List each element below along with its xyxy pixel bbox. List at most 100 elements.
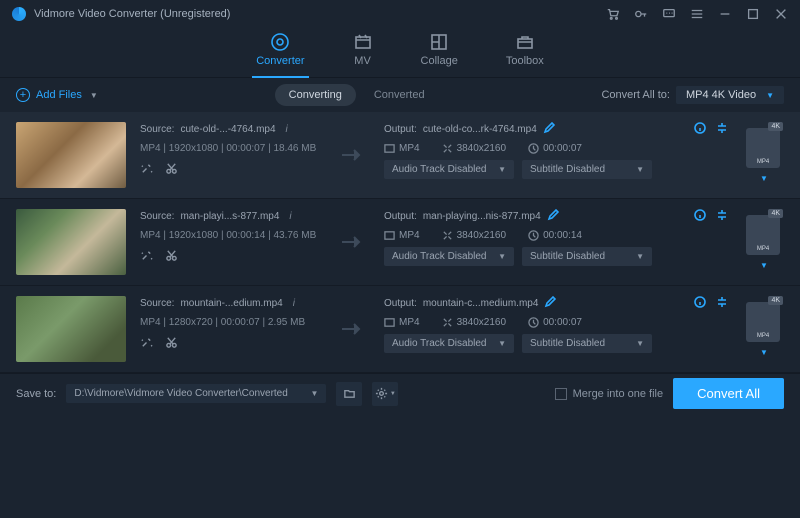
audio-track-dropdown[interactable]: Audio Track Disabled▼ [384,334,514,353]
minimize-button[interactable] [718,7,732,21]
output-format-selector[interactable]: MP4 4K Video ▼ [676,86,784,104]
spec-format: MP4 [384,317,420,328]
info-icon[interactable] [694,122,706,137]
spec-resolution: 3840x2160 [442,230,507,241]
audio-track-dropdown[interactable]: Audio Track Disabled▼ [384,247,514,266]
edit-icon[interactable] [544,296,556,311]
cut-icon[interactable] [165,336,178,352]
close-button[interactable] [774,7,788,21]
settings-button[interactable]: ▼ [372,382,398,406]
info-icon[interactable] [694,296,706,311]
title-bar: Vidmore Video Converter (Unregistered) [0,0,800,28]
tab-label: Collage [421,55,458,67]
format-badge [746,215,780,255]
item-format-selector[interactable]: ▼ [742,296,784,362]
info-icon[interactable] [694,209,706,224]
source-label: Source: [140,124,174,135]
spec-duration: 00:00:07 [528,317,582,328]
format-name: MP4 4K Video [686,89,756,101]
save-path-dropdown[interactable]: D:\Vidmore\Vidmore Video Converter\Conve… [66,384,326,403]
toolbox-icon [515,32,535,52]
checkbox-icon [555,388,567,400]
file-item[interactable]: Source: cute-old-...-4764.mp4 i MP4 | 1920… [0,112,800,199]
source-meta: MP4 | 1920x1080 | 00:00:07 | 18.46 MB [140,143,320,154]
compress-icon[interactable] [716,296,728,311]
spec-duration: 00:00:07 [528,143,582,154]
effects-icon[interactable] [140,336,153,352]
output-filename: mountain-c...medium.mp4 [423,298,539,309]
window-title: Vidmore Video Converter (Unregistered) [34,8,606,20]
cart-icon[interactable] [606,7,620,21]
edit-icon[interactable] [543,122,555,137]
file-item[interactable]: Source:mountain-...edium.mp4i MP4 | 1280… [0,286,800,373]
save-path: D:\Vidmore\Vidmore Video Converter\Conve… [74,388,287,399]
chevron-down-icon: ▼ [498,252,506,261]
chevron-down-icon: ▼ [498,339,506,348]
open-folder-button[interactable] [336,382,362,406]
item-format-selector[interactable]: ▼ [742,122,784,188]
merge-label: Merge into one file [573,388,664,400]
info-icon[interactable]: i [289,211,291,222]
chevron-down-icon: ▼ [760,261,768,270]
add-files-button[interactable]: + Add Files ▼ [16,88,98,102]
chevron-down-icon: ▼ [766,91,774,100]
effects-icon[interactable] [140,249,153,265]
tab-converter[interactable]: Converter [256,32,304,71]
source-filename: man-playi...s-877.mp4 [180,211,279,222]
source-label: Source: [140,298,174,309]
edit-icon[interactable] [547,209,559,224]
output-label: Output: [384,124,417,135]
video-thumbnail[interactable] [16,209,126,275]
source-filename: cute-old-...-4764.mp4 [180,124,275,135]
video-thumbnail[interactable] [16,122,126,188]
key-icon[interactable] [634,7,648,21]
item-format-selector[interactable]: ▼ [742,209,784,275]
spec-resolution: 3840x2160 [442,143,507,154]
collage-icon [429,32,449,52]
chevron-down-icon: ▼ [636,339,644,348]
spec-resolution: 3840x2160 [442,317,507,328]
file-item[interactable]: Source: man-playi...s-877.mp4 i MP4 | 1920… [0,199,800,286]
output-label: Output: [384,298,417,309]
status-subtabs: Converting [275,84,356,106]
compress-icon[interactable] [716,122,728,137]
bottom-bar: Save to: D:\Vidmore\Vidmore Video Conver… [0,373,800,413]
save-to-label: Save to: [16,388,56,400]
source-meta: MP4 | 1280x720 | 00:00:07 | 2.95 MB [140,317,320,328]
tab-collage[interactable]: Collage [421,32,458,71]
tab-mv[interactable]: MV [353,32,373,71]
format-badge [746,128,780,168]
video-thumbnail[interactable] [16,296,126,362]
chevron-down-icon: ▼ [760,174,768,183]
arrow-icon [334,209,370,275]
effects-icon[interactable] [140,162,153,178]
subtab-converting[interactable]: Converting [275,84,356,106]
info-icon[interactable]: i [293,298,295,309]
source-meta: MP4 | 1920x1080 | 00:00:14 | 43.76 MB [140,230,320,241]
compress-icon[interactable] [716,209,728,224]
info-icon[interactable]: i [286,124,288,135]
spec-format: MP4 [384,230,420,241]
chevron-down-icon: ▼ [390,391,396,397]
convert-all-button[interactable]: Convert All [673,378,784,409]
source-label: Source: [140,211,174,222]
subtitle-dropdown[interactable]: Subtitle Disabled▼ [522,334,652,353]
converter-icon [270,32,290,52]
feedback-icon[interactable] [662,7,676,21]
audio-track-dropdown[interactable]: Audio Track Disabled▼ [384,160,514,179]
cut-icon[interactable] [165,162,178,178]
output-filename: cute-old-co...rk-4764.mp4 [423,124,537,135]
subtitle-dropdown[interactable]: Subtitle Disabled▼ [522,160,652,179]
file-list: Source: cute-old-...-4764.mp4 i MP4 | 1920… [0,112,800,373]
subtitle-dropdown[interactable]: Subtitle Disabled▼ [522,247,652,266]
tab-toolbox[interactable]: Toolbox [506,32,544,71]
subtab-converted[interactable]: Converted [374,84,425,106]
menu-icon[interactable] [690,7,704,21]
merge-checkbox[interactable]: Merge into one file [555,388,664,400]
maximize-button[interactable] [746,7,760,21]
chevron-down-icon: ▼ [90,91,98,100]
arrow-icon [334,122,370,188]
spec-format: MP4 [384,143,420,154]
spec-duration: 00:00:14 [528,230,582,241]
cut-icon[interactable] [165,249,178,265]
